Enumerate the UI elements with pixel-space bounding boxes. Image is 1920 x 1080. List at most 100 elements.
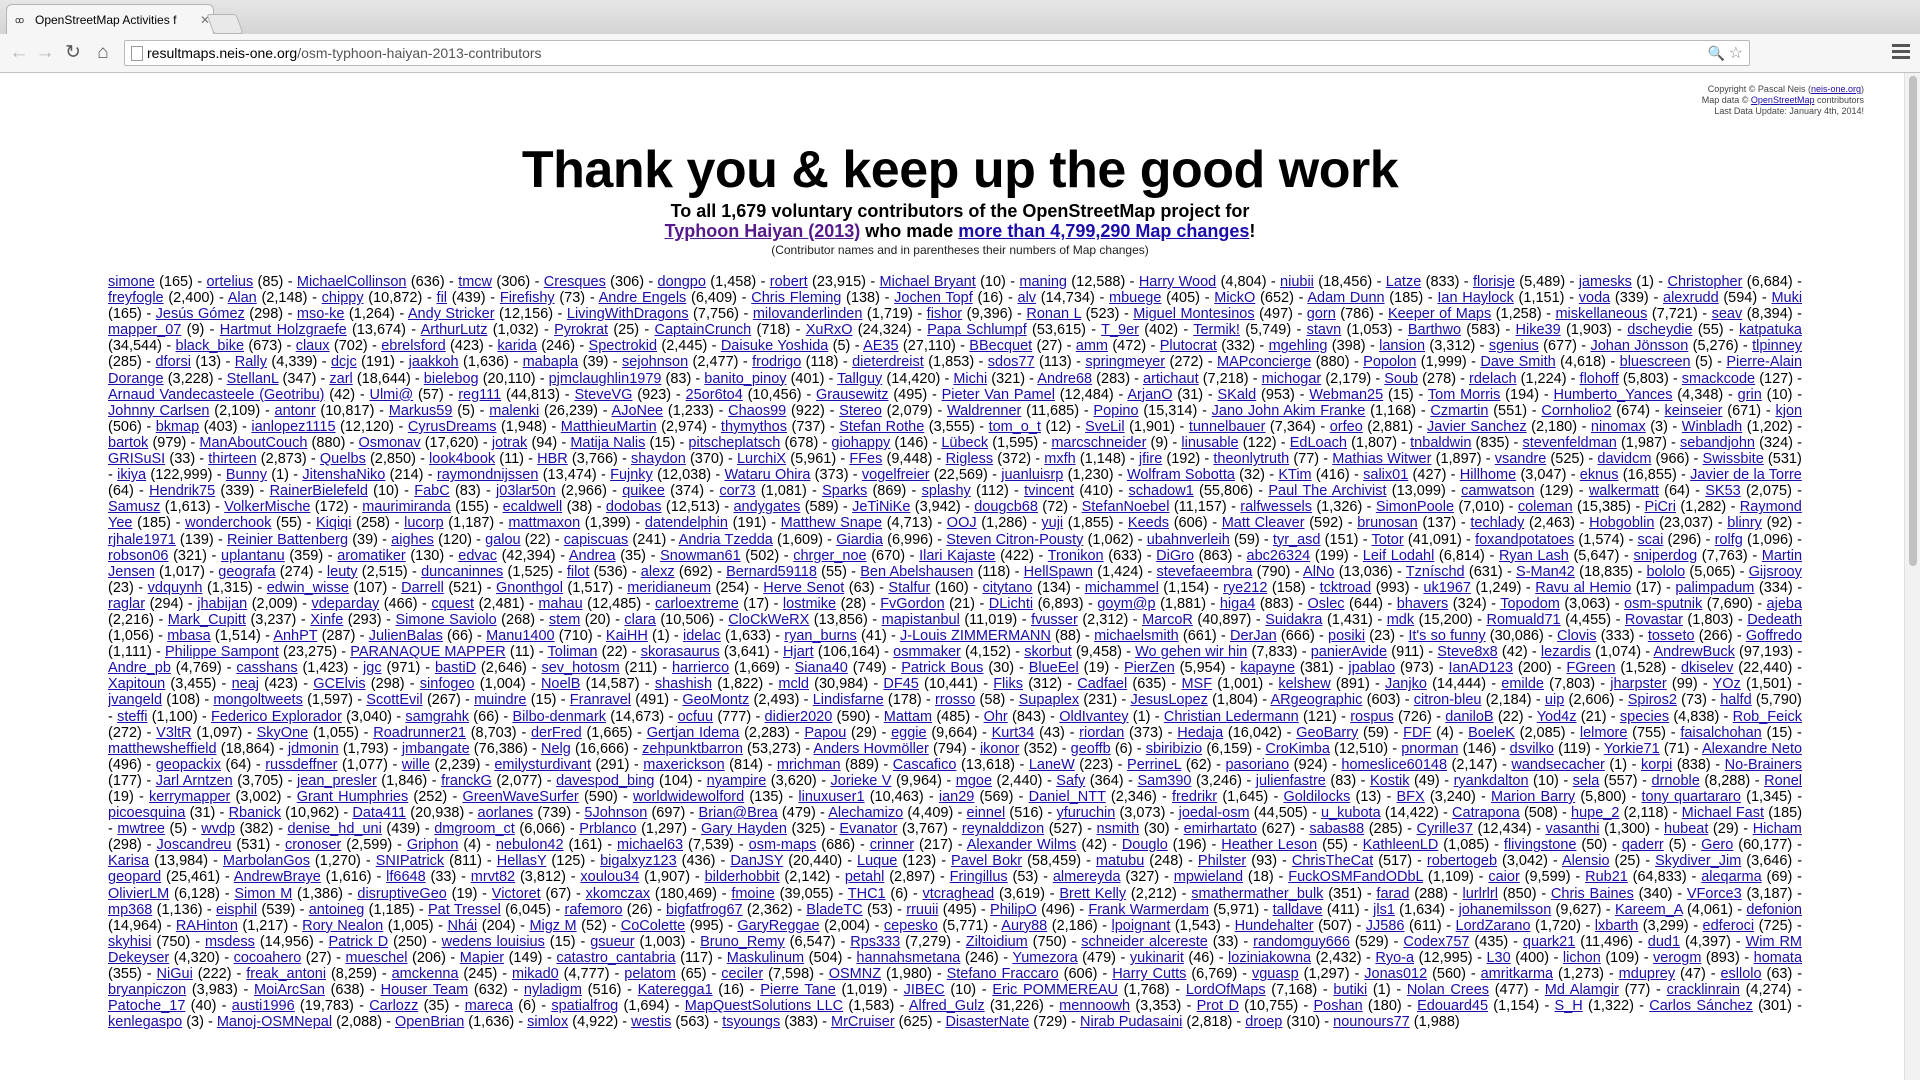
- contributor-link[interactable]: Xapitoun: [108, 676, 165, 692]
- contributor-link[interactable]: mikad0: [512, 966, 559, 982]
- contributor-link[interactable]: Javier de la Torre: [1690, 467, 1802, 483]
- contributor-link[interactable]: Swissbite: [1703, 451, 1764, 467]
- contributor-link[interactable]: wedens louisius: [442, 934, 545, 950]
- contributor-link[interactable]: jharpster: [1610, 676, 1666, 692]
- contributor-link[interactable]: Bruno_Remy: [700, 934, 785, 950]
- contributor-link[interactable]: LivingWithDragons: [567, 306, 689, 322]
- contributor-link[interactable]: kelshew: [1278, 676, 1330, 692]
- contributor-link[interactable]: Muki: [1771, 290, 1802, 306]
- contributor-link[interactable]: tunnelbauer: [1189, 419, 1266, 435]
- contributor-link[interactable]: salix01: [1363, 467, 1408, 483]
- contributor-link[interactable]: NoelB: [541, 676, 581, 692]
- contributor-link[interactable]: simone: [108, 274, 155, 290]
- contributor-link[interactable]: Matthew Snape: [781, 515, 882, 531]
- contributor-link[interactable]: Nolan Crees: [1407, 982, 1489, 998]
- contributor-link[interactable]: Mark_Cupitt: [168, 612, 246, 628]
- contributor-link[interactable]: skorasaurus: [641, 644, 720, 660]
- contributor-link[interactable]: Toliman: [548, 644, 598, 660]
- contributor-link[interactable]: banito_pinoy: [704, 371, 786, 387]
- contributor-link[interactable]: rdelach: [1469, 371, 1517, 387]
- contributor-link[interactable]: CroKimba: [1265, 741, 1329, 757]
- contributor-link[interactable]: PerrineL: [1127, 757, 1181, 773]
- contributor-link[interactable]: geopard: [108, 869, 161, 885]
- contributor-link[interactable]: tony quartararo: [1641, 789, 1740, 805]
- contributor-link[interactable]: nyampire: [707, 773, 767, 789]
- contributor-link[interactable]: Winbladh: [1682, 419, 1742, 435]
- contributor-link[interactable]: Carlozz: [369, 998, 418, 1014]
- contributor-link[interactable]: JulienBalas: [369, 628, 443, 644]
- address-bar[interactable]: resultmaps.neis-one.org/osm-typhoon-haiy…: [124, 40, 1750, 66]
- contributor-link[interactable]: galou: [485, 532, 520, 548]
- contributor-link[interactable]: samgrahk: [405, 709, 469, 725]
- contributor-link[interactable]: Harry Cutts: [1112, 966, 1186, 982]
- contributor-link[interactable]: Rory Nealon: [302, 918, 383, 934]
- contributor-link[interactable]: almereyda: [1053, 869, 1121, 885]
- contributor-link[interactable]: LordZarano: [1456, 918, 1531, 934]
- contributor-link[interactable]: filot: [567, 564, 590, 580]
- contributor-link[interactable]: VolkerMische: [224, 499, 310, 515]
- contributor-link[interactable]: frodrigo: [752, 354, 801, 370]
- contributor-link[interactable]: panierAvide: [1311, 644, 1387, 660]
- contributor-link[interactable]: mapistanbul: [882, 612, 960, 628]
- contributor-link[interactable]: Wataru Ohira: [724, 467, 810, 483]
- contributor-link[interactable]: Griphon: [407, 837, 459, 853]
- contributor-link[interactable]: Mathias Witwer: [1332, 451, 1431, 467]
- contributor-link[interactable]: Yorkie71: [1604, 741, 1660, 757]
- contributor-link[interactable]: Skydiver_Jim: [1655, 853, 1741, 869]
- contributor-link[interactable]: Nelg: [541, 741, 571, 757]
- contributor-link[interactable]: sbiribizio: [1146, 741, 1202, 757]
- contributor-link[interactable]: zarl: [329, 371, 352, 387]
- contributor-link[interactable]: Totor: [1371, 532, 1403, 548]
- contributor-link[interactable]: u_kubota: [1321, 805, 1381, 821]
- contributor-link[interactable]: 25or6to4: [686, 387, 743, 403]
- contributor-link[interactable]: Pat Tressel: [428, 902, 501, 918]
- contributor-link[interactable]: florisje: [1473, 274, 1515, 290]
- contributor-link[interactable]: leuty: [327, 564, 358, 580]
- contributor-link[interactable]: Evanator: [839, 821, 897, 837]
- contributor-link[interactable]: jpablao: [1348, 660, 1395, 676]
- contributor-link[interactable]: defonion: [1746, 902, 1802, 918]
- contributor-link[interactable]: amm: [1076, 338, 1108, 354]
- contributor-link[interactable]: michael63: [617, 837, 683, 853]
- contributor-link[interactable]: wille: [402, 757, 430, 773]
- contributor-link[interactable]: uplantanu: [221, 548, 285, 564]
- contributor-link[interactable]: PierZen: [1124, 660, 1175, 676]
- contributor-link[interactable]: johanemilsson: [1459, 902, 1552, 918]
- contributor-link[interactable]: CloCkWeRX: [728, 612, 809, 628]
- contributor-link[interactable]: crinner: [870, 837, 914, 853]
- contributor-link[interactable]: ecaldwell: [503, 499, 563, 515]
- contributor-link[interactable]: Daisuke Yoshida: [721, 338, 829, 354]
- contributor-link[interactable]: camwatson: [1461, 483, 1534, 499]
- contributor-link[interactable]: FabC: [414, 483, 449, 499]
- contributor-link[interactable]: ryankdalton: [1454, 773, 1529, 789]
- contributor-link[interactable]: Michael Bryant: [880, 274, 976, 290]
- contributor-link[interactable]: simlox: [527, 1014, 568, 1030]
- contributor-link[interactable]: ARgeographic: [1271, 692, 1363, 708]
- contributor-link[interactable]: westis: [631, 1014, 671, 1030]
- contributor-link[interactable]: caior: [1488, 869, 1519, 885]
- contributor-link[interactable]: Hendrik75: [149, 483, 215, 499]
- contributor-link[interactable]: MatthieuMartin: [561, 419, 657, 435]
- contributor-link[interactable]: EdLoach: [1290, 435, 1347, 451]
- contributor-link[interactable]: bartok: [108, 435, 148, 451]
- contributor-link[interactable]: dud1: [1648, 934, 1680, 950]
- reload-icon[interactable]: ↻: [62, 42, 84, 64]
- contributor-link[interactable]: BladeTC: [806, 902, 862, 918]
- contributor-link[interactable]: hannahsmetana: [856, 950, 960, 966]
- contributor-link[interactable]: dsvilko: [1510, 741, 1554, 757]
- contributor-link[interactable]: Rob_Feick: [1733, 709, 1802, 725]
- event-link[interactable]: Typhoon Haiyan (2013): [665, 221, 861, 241]
- menu-icon[interactable]: [1892, 44, 1910, 62]
- contributor-link[interactable]: Siana40: [795, 660, 848, 676]
- contributor-link[interactable]: SteveVG: [574, 387, 632, 403]
- contributor-link[interactable]: michogar: [1262, 371, 1322, 387]
- contributor-link[interactable]: Yumezora: [1012, 950, 1077, 966]
- contributor-link[interactable]: Pieter Van Pamel: [942, 387, 1055, 403]
- contributor-link[interactable]: hubeat: [1664, 821, 1708, 837]
- contributor-link[interactable]: mueschel: [345, 950, 407, 966]
- contributor-link[interactable]: fishor: [927, 306, 962, 322]
- contributor-link[interactable]: stavn: [1307, 322, 1342, 338]
- contributor-link[interactable]: RAHinton: [176, 918, 238, 934]
- contributor-link[interactable]: Latze: [1386, 274, 1421, 290]
- contributor-link[interactable]: claux: [296, 338, 330, 354]
